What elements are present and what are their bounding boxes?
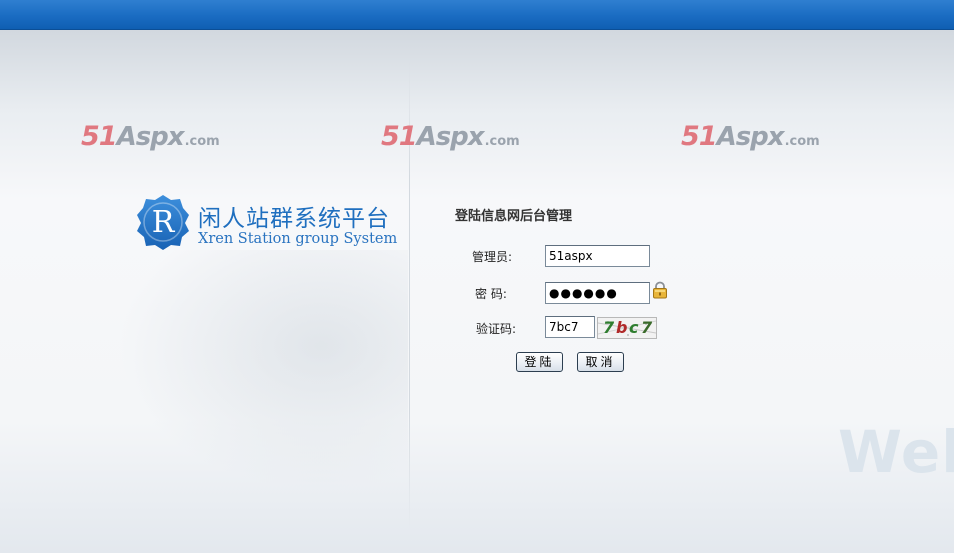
brand-badge-icon: R — [137, 195, 189, 250]
password-label: 密 码: — [475, 287, 507, 301]
login-form-title: 登陆信息网后台管理 — [455, 209, 573, 224]
background-shade — [118, 250, 408, 490]
captcha-image[interactable]: 7 b c 7 — [597, 317, 657, 339]
brand-badge-letter: R — [152, 205, 176, 240]
captcha-char: 7 — [603, 318, 615, 337]
captcha-input[interactable] — [545, 316, 595, 338]
username-input[interactable] — [545, 245, 650, 267]
captcha-char: c — [629, 318, 639, 337]
brand-title: 闲人站群系统平台 — [198, 206, 390, 232]
brand-subtitle: Xren Station group System — [198, 231, 398, 247]
captcha-char: 7 — [641, 318, 653, 337]
welcome-background-text: Welc — [838, 418, 954, 486]
username-label: 管理员: — [472, 250, 513, 264]
login-button[interactable]: 登陆 — [516, 352, 563, 372]
password-input[interactable]: ●●●●●● — [545, 282, 650, 304]
captcha-label: 验证码: — [476, 322, 517, 336]
watermark-logo-word: Aspx — [716, 122, 785, 152]
watermark-logo-word: Aspx — [116, 122, 185, 152]
watermark-logo-domain: .com — [484, 134, 520, 149]
watermark-logo-domain: .com — [784, 134, 820, 149]
lock-icon — [653, 281, 667, 299]
watermark-logo: 51 Aspx .com — [381, 121, 520, 155]
brand-block: R 闲人站群系统平台 Xren Station group System — [134, 193, 414, 253]
cancel-button[interactable]: 取消 — [577, 352, 624, 372]
watermark-logo-number: 51 — [681, 121, 718, 152]
captcha-char: b — [616, 318, 628, 337]
watermark-logo-number: 51 — [381, 121, 418, 152]
watermark-logo: 51 Aspx .com — [81, 121, 220, 155]
watermark-logo: 51 Aspx .com — [681, 121, 820, 155]
watermark-logo-domain: .com — [184, 134, 220, 149]
watermark-logo-number: 51 — [81, 121, 118, 152]
watermark-logo-word: Aspx — [416, 122, 485, 152]
top-banner — [0, 0, 954, 30]
